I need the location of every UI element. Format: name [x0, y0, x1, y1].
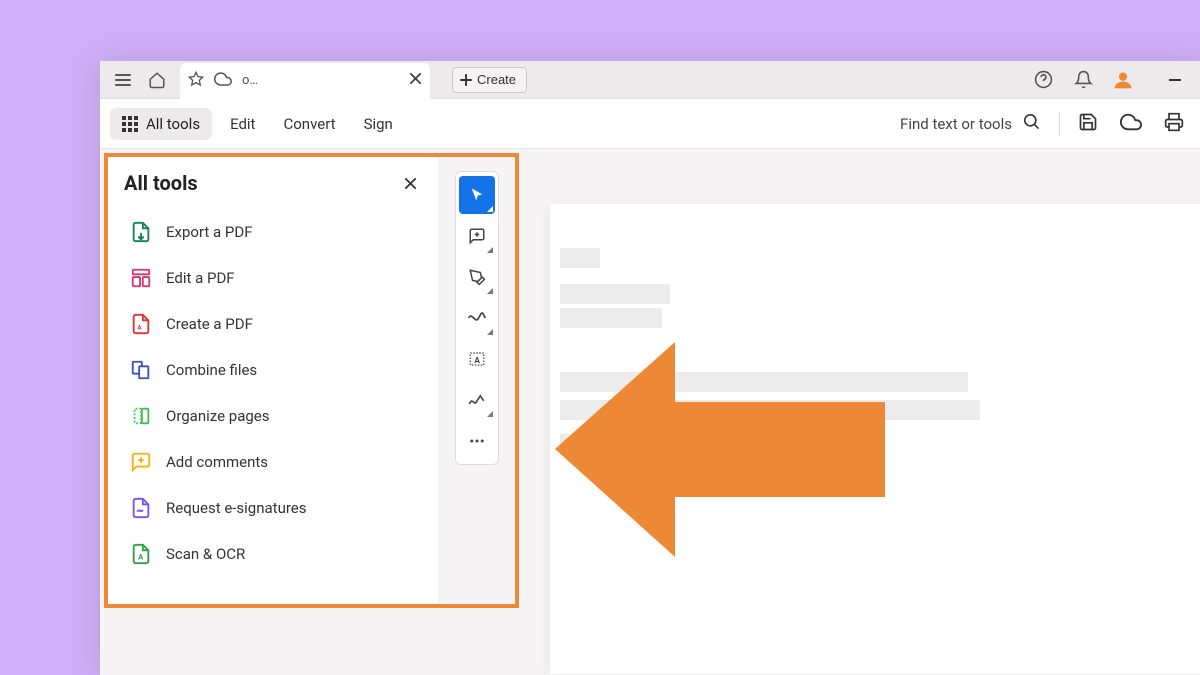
tool-add-comments[interactable]: Add comments: [116, 439, 438, 485]
more-tools-icon[interactable]: [459, 422, 495, 460]
sign-tool-icon[interactable]: [459, 381, 495, 419]
tool-label: Organize pages: [166, 407, 269, 425]
tool-export-pdf[interactable]: Export a PDF: [116, 209, 438, 255]
scan-ocr-icon: A: [130, 543, 152, 565]
document-page[interactable]: [550, 204, 1200, 674]
home-icon[interactable]: [142, 65, 172, 95]
help-icon[interactable]: [1026, 65, 1060, 95]
draw-tool-icon[interactable]: [459, 299, 495, 337]
tools-list: Export a PDF Edit a PDF A Create a PDF: [108, 205, 438, 607]
content-area: All tools Export a PDF Edit a P: [100, 149, 1200, 675]
tool-request-esign[interactable]: Request e-signatures: [116, 485, 438, 531]
toolbar: All tools Edit Convert Sign Find text or…: [100, 99, 1200, 149]
tool-label: Request e-signatures: [166, 499, 307, 517]
all-tools-panel: All tools Export a PDF Edit a P: [108, 157, 438, 607]
search-input[interactable]: Find text or tools: [900, 112, 1041, 135]
close-tab-icon[interactable]: [409, 72, 422, 89]
tool-label: Add comments: [166, 453, 268, 471]
export-pdf-icon: [130, 221, 152, 243]
combine-files-icon: [130, 359, 152, 381]
esign-icon: [130, 497, 152, 519]
cloud-save-icon[interactable]: [1120, 111, 1142, 137]
star-icon[interactable]: [188, 71, 204, 91]
edit-pdf-icon: [130, 267, 152, 289]
create-button[interactable]: Create: [452, 67, 527, 93]
menu-convert[interactable]: Convert: [273, 109, 345, 139]
tool-label: Export a PDF: [166, 223, 253, 241]
quick-tools-bar: A: [455, 171, 499, 465]
tool-organize-pages[interactable]: Organize pages: [116, 393, 438, 439]
minimize-icon[interactable]: [1158, 65, 1192, 95]
select-tool-icon[interactable]: [459, 176, 495, 214]
svg-text:A: A: [138, 553, 143, 562]
svg-text:A: A: [474, 356, 480, 366]
tool-label: Scan & OCR: [166, 545, 245, 563]
add-comments-icon: [130, 451, 152, 473]
create-label: Create: [477, 72, 516, 87]
all-tools-label: All tools: [146, 115, 200, 133]
titlebar: o… Create: [100, 61, 1200, 99]
organize-pages-icon: [130, 405, 152, 427]
svg-text:A: A: [137, 324, 142, 332]
search-placeholder: Find text or tools: [900, 115, 1012, 133]
print-icon[interactable]: [1164, 112, 1184, 136]
menu-edit[interactable]: Edit: [220, 109, 265, 139]
menu-sign[interactable]: Sign: [354, 109, 403, 139]
save-icon[interactable]: [1078, 112, 1098, 136]
all-tools-button[interactable]: All tools: [110, 108, 212, 140]
app-window: o… Create: [100, 61, 1200, 675]
search-icon: [1022, 112, 1041, 135]
sticky-note-tool-icon[interactable]: [459, 217, 495, 255]
user-icon[interactable]: [1106, 65, 1140, 95]
tool-label: Combine files: [166, 361, 257, 379]
tool-create-pdf[interactable]: A Create a PDF: [116, 301, 438, 347]
menu-icon[interactable]: [108, 65, 138, 95]
tool-edit-pdf[interactable]: Edit a PDF: [116, 255, 438, 301]
tab-title: o…: [242, 73, 399, 88]
bell-icon[interactable]: [1066, 65, 1100, 95]
tool-label: Create a PDF: [166, 315, 253, 333]
create-pdf-icon: A: [130, 313, 152, 335]
cloud-icon: [214, 70, 232, 92]
tab[interactable]: o…: [180, 61, 430, 98]
panel-close-icon[interactable]: [398, 171, 422, 195]
highlight-tool-icon[interactable]: [459, 258, 495, 296]
panel-title: All tools: [124, 171, 198, 195]
textbox-tool-icon[interactable]: A: [459, 340, 495, 378]
tool-label: Edit a PDF: [166, 269, 235, 287]
tool-combine-files[interactable]: Combine files: [116, 347, 438, 393]
tool-scan-ocr[interactable]: A Scan & OCR: [116, 531, 438, 577]
